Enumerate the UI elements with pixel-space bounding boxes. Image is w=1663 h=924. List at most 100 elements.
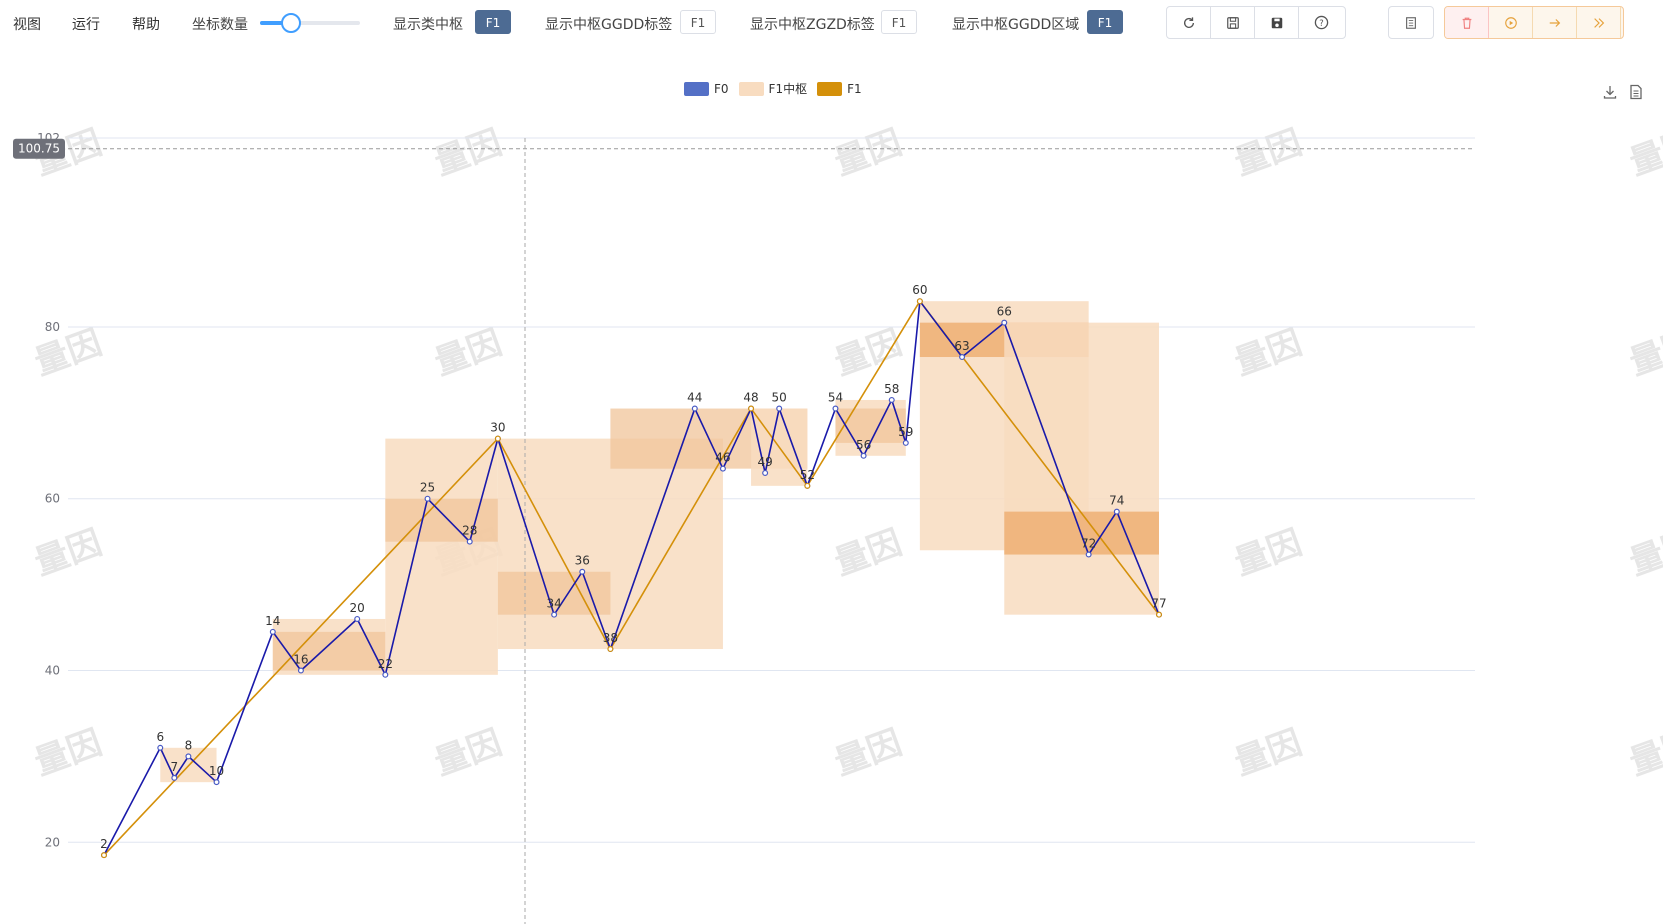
watermark-text: 量因 (1229, 323, 1307, 384)
toggle-label-class-zhongshu: 显示类中枢 (393, 17, 463, 33)
watermark-text: 量因 (429, 123, 507, 184)
point-label: 36 (575, 554, 590, 568)
series-point-f0 (157, 744, 164, 751)
menu-view[interactable]: 视图 (13, 14, 41, 34)
y-tick-label: 40 (45, 664, 60, 678)
point-label: 49 (757, 455, 772, 469)
y-tick-label: 20 (45, 835, 60, 849)
series-point-f0 (354, 615, 361, 622)
point-label: 28 (462, 524, 477, 538)
y-tick-label: 80 (45, 320, 60, 334)
trash-icon[interactable] (1445, 7, 1489, 38)
legend-item-f1[interactable]: F1 (817, 81, 862, 96)
toggle-zgzd-tag-button[interactable]: F1 (881, 10, 917, 34)
series-point-f0 (832, 405, 839, 412)
point-label: 59 (898, 425, 913, 439)
legend-swatch-f1-zhongshu (738, 81, 764, 96)
point-label: 60 (912, 283, 927, 297)
zhongshu-box (385, 498, 498, 542)
legend-swatch-f1 (817, 81, 843, 96)
series-point-f0 (213, 779, 220, 786)
data-view-icon[interactable] (1628, 84, 1644, 104)
point-label: 14 (265, 614, 280, 628)
series-point-f0 (424, 495, 431, 502)
legend-label-f1: F1 (847, 81, 862, 96)
series-point-f1 (1155, 611, 1162, 618)
double-chevron-right-icon[interactable] (1577, 7, 1621, 38)
axis-count-label: 坐标数量 (192, 17, 248, 33)
watermark-text: 量因 (829, 323, 907, 384)
toggle-label-ggdd-tag: 显示中枢GGDD标签 (545, 17, 673, 33)
series-point-f0 (902, 439, 909, 446)
file-actions-group: ? (1166, 6, 1346, 39)
zhongshu-box (272, 631, 386, 671)
watermark-text: 量因 (1229, 123, 1307, 184)
series-point-f0 (579, 568, 586, 575)
axis-count-slider[interactable] (260, 13, 360, 33)
run-actions-group (1444, 6, 1624, 39)
series-point-f0 (719, 465, 726, 472)
watermark-text: 量因 (429, 323, 507, 384)
series-point-f1 (607, 646, 614, 653)
document-group (1388, 6, 1434, 39)
menu-run[interactable]: 运行 (72, 14, 100, 34)
toggle-class-zhongshu-button[interactable]: F1 (475, 10, 511, 34)
series-point-f0 (888, 396, 895, 403)
watermark-text: 量因 (1229, 723, 1307, 784)
point-label: 77 (1151, 597, 1166, 611)
point-label: 22 (378, 657, 393, 671)
point-label: 54 (828, 391, 843, 405)
document-icon[interactable] (1389, 7, 1433, 38)
toggle-label-ggdd-area: 显示中枢GGDD区域 (952, 17, 1080, 33)
menu-help[interactable]: 帮助 (132, 14, 160, 34)
legend-swatch-f0 (684, 81, 709, 96)
help-icon[interactable]: ? (1299, 7, 1343, 38)
series-point-f0 (466, 538, 473, 545)
series-point-f0 (691, 405, 698, 412)
y-tick-label: 60 (45, 492, 60, 506)
series-point-f1 (916, 298, 923, 305)
zhongshu-box (1004, 322, 1159, 615)
save-filled-icon[interactable] (1255, 7, 1299, 38)
arrow-right-icon[interactable] (1533, 7, 1577, 38)
zhongshu-box (385, 438, 498, 675)
series-point-f0 (1001, 319, 1008, 326)
slider-handle[interactable] (281, 13, 301, 33)
series-point-f1 (494, 435, 501, 442)
point-label: 25 (420, 481, 435, 495)
point-label: 66 (997, 305, 1012, 319)
series-point-f0 (551, 611, 558, 618)
series-point-f0 (776, 405, 783, 412)
refresh-icon[interactable] (1167, 7, 1211, 38)
chart-canvas[interactable]: 量因量因量因量因量因量因量因量因量因量因量因量因量因量因量因量因量因量因量因量因… (0, 0, 1663, 924)
point-label: 44 (687, 391, 702, 405)
point-label: 38 (603, 631, 618, 645)
point-label: 58 (884, 382, 899, 396)
point-label: 16 (293, 653, 308, 667)
point-label: 8 (185, 738, 193, 752)
watermark-text: 量因 (829, 723, 907, 784)
watermark-text: 量因 (29, 323, 107, 384)
legend-item-f0[interactable]: F0 (684, 81, 729, 96)
watermark-text: 量因 (829, 523, 907, 584)
point-label: 52 (800, 468, 815, 482)
watermark-text: 量因 (29, 723, 107, 784)
legend-label-f1-zhongshu: F1中枢 (768, 82, 808, 96)
chart-legend: F0 F1中枢 F1 (684, 80, 872, 97)
series-point-f0 (297, 667, 304, 674)
play-circle-icon[interactable] (1489, 7, 1533, 38)
download-icon[interactable] (1602, 84, 1618, 104)
series-point-f0 (1113, 508, 1120, 515)
point-label: 6 (156, 730, 164, 744)
toggle-ggdd-area-button[interactable]: F1 (1087, 10, 1123, 34)
series-point-f0 (959, 354, 966, 361)
watermark-text: 量因 (1624, 323, 1663, 384)
series-point-f1 (748, 405, 755, 412)
series-point-f1 (100, 852, 107, 859)
legend-item-f1-zhongshu[interactable]: F1中枢 (738, 80, 808, 97)
save-outline-icon[interactable] (1211, 7, 1255, 38)
watermark-text: 量因 (829, 123, 907, 184)
series-point-f1 (804, 482, 811, 489)
watermark-text: 量因 (429, 723, 507, 784)
toggle-ggdd-tag-button[interactable]: F1 (680, 10, 716, 34)
